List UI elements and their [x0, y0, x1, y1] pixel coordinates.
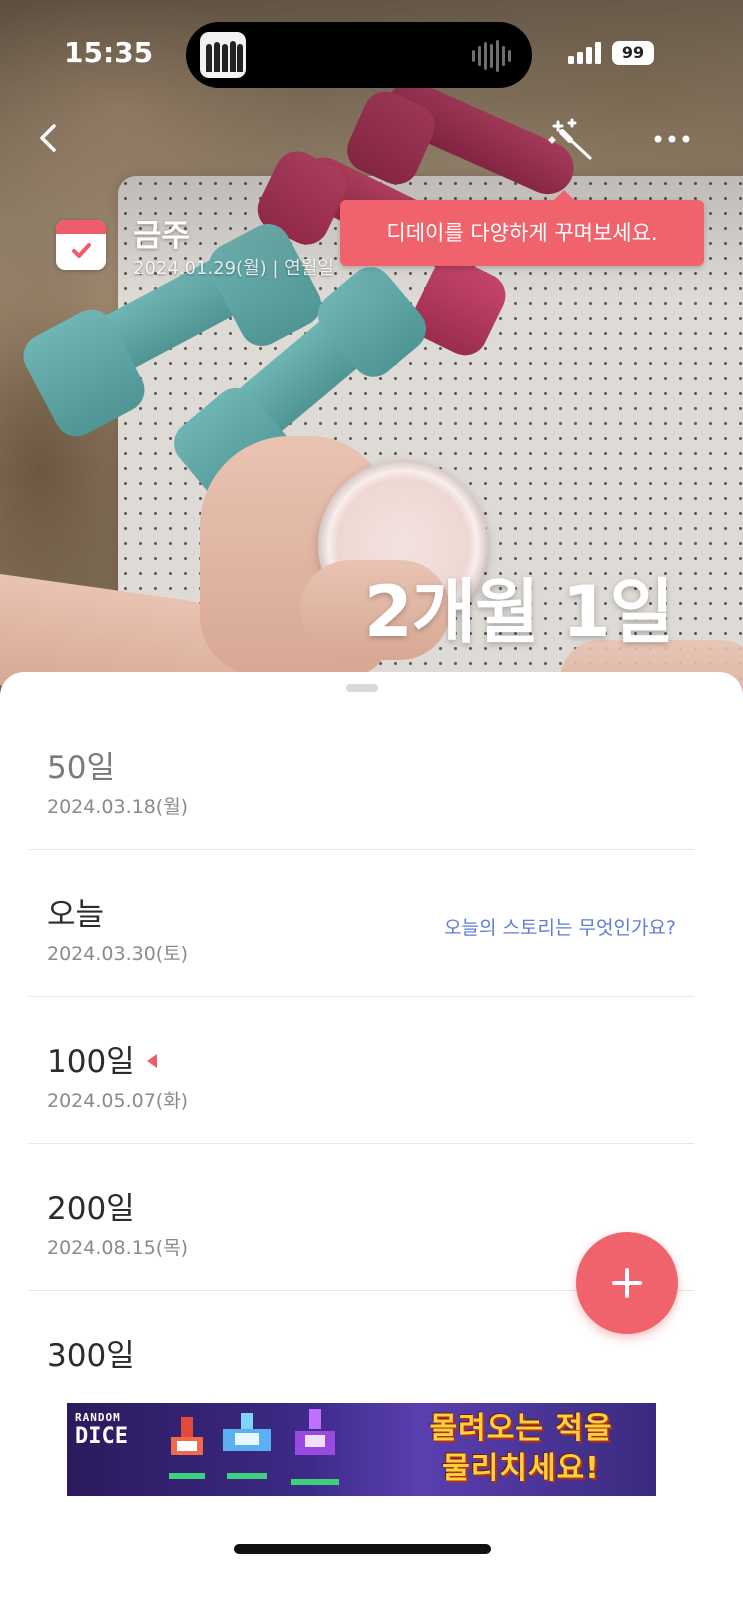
milestone-date: 2024.08.15(목): [47, 1237, 189, 1259]
audio-waveform-icon: [472, 40, 511, 72]
dday-start-date: 2024.01.29(월) | 연월일: [133, 258, 334, 279]
milestone-row[interactable]: 50일 2024.03.18(월): [29, 702, 694, 850]
milestone-label: 200일: [47, 1191, 135, 1227]
dynamic-island[interactable]: [186, 22, 532, 88]
milestone-date: 2024.03.30(토): [47, 943, 189, 965]
battery-indicator: 99: [612, 41, 654, 65]
ad-banner[interactable]: RANDOM DICE 몰려오는 적을 물리치세요!: [67, 1403, 656, 1496]
ad-logo: RANDOM DICE: [75, 1411, 128, 1449]
next-milestone-marker-icon: [146, 1054, 157, 1068]
milestone-label: 오늘: [47, 897, 105, 933]
milestone-label: 300일: [47, 1338, 135, 1374]
status-time: 15:35: [64, 36, 154, 69]
magic-wand-icon[interactable]: [548, 118, 596, 162]
calendar-check-icon: [56, 220, 106, 270]
elapsed-counter: 2개월 1일: [364, 571, 674, 653]
dday-title[interactable]: 금주: [133, 210, 190, 255]
milestone-label: 100일: [47, 1044, 135, 1080]
milestone-row[interactable]: 100일 2024.05.07(화): [29, 996, 694, 1144]
cellular-signal-icon: [568, 42, 601, 64]
ad-headline-line2: 물리치세요!: [442, 1451, 600, 1486]
add-milestone-button[interactable]: [576, 1232, 678, 1334]
ad-headline-line1: 몰려오는 적을: [429, 1411, 613, 1446]
more-icon[interactable]: [650, 124, 694, 154]
back-chevron-icon[interactable]: [30, 118, 70, 158]
home-indicator[interactable]: [234, 1544, 491, 1554]
now-playing-album-art: [200, 32, 246, 78]
ad-logo-small: RANDOM: [75, 1411, 121, 1424]
customize-tooltip[interactable]: 디데이를 다양하게 꾸며보세요.: [340, 190, 704, 266]
milestone-label: 50일: [47, 750, 115, 786]
sheet-drag-handle[interactable]: [346, 684, 378, 692]
milestone-row-today[interactable]: 오늘 2024.03.30(토) 오늘의 스토리는 무엇인가요?: [29, 849, 694, 997]
milestone-label-wrap: 100일: [47, 1036, 157, 1081]
spaceship-icon: [169, 1417, 205, 1479]
ad-headline: 몰려오는 적을 물리치세요!: [393, 1409, 649, 1489]
milestone-date: 2024.05.07(화): [47, 1090, 189, 1112]
spaceship-icon: [223, 1413, 271, 1479]
today-story-link[interactable]: 오늘의 스토리는 무엇인가요?: [444, 913, 676, 940]
ad-logo-big: DICE: [75, 1424, 128, 1449]
spaceship-icon: [291, 1409, 339, 1485]
milestone-date: 2024.03.18(월): [47, 796, 189, 818]
